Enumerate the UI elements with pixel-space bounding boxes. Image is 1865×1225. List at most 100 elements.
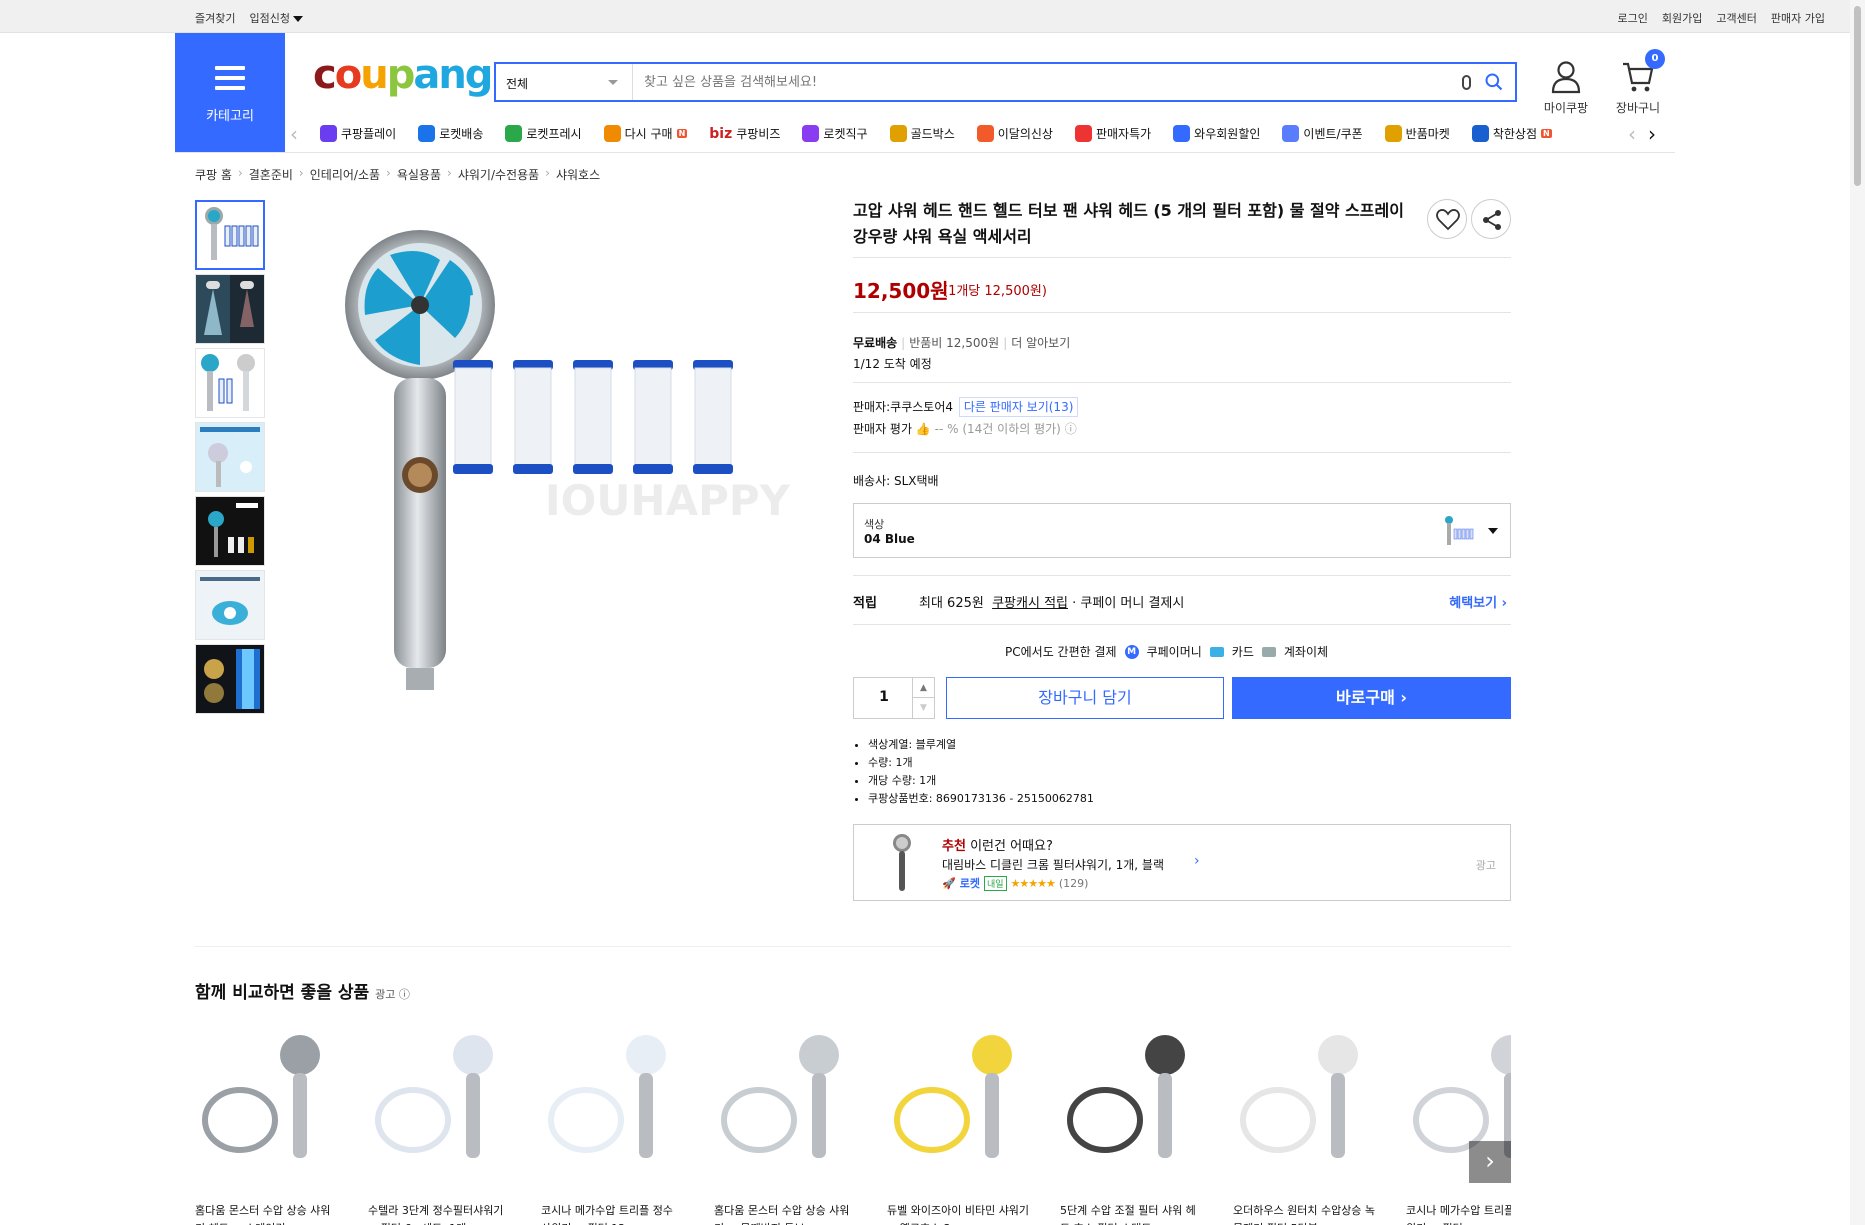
nav-prev-arrow-icon[interactable]: ‹ [1628, 122, 1636, 146]
thumbnail-7[interactable] [195, 644, 265, 714]
compare-product-card[interactable]: 수텔라 3단계 정수필터샤워기 + 필터 6p 세트, 1개 [368, 1025, 518, 1225]
bookmark-link[interactable]: 즐겨찾기 [195, 10, 235, 26]
nav-item[interactable]: 로켓직구 [802, 125, 868, 142]
option-thumbnail [1445, 516, 1474, 545]
breadcrumb-link[interactable]: 샤워기/수전용품 [458, 166, 539, 183]
thumbnail-5[interactable] [195, 496, 265, 566]
nav-item[interactable]: 로켓프레시 [505, 125, 582, 142]
compare-product-card[interactable]: 코시나 메가수압 트리플 정수 샤워기 + 필터 12p... [541, 1025, 691, 1225]
quantity-input[interactable]: 1 [854, 689, 914, 705]
compare-product-card[interactable]: 오더하우스 원터치 수압상승 녹물제거 필터 5단분... [1233, 1025, 1383, 1225]
return-fee: 반품비 12,500원 [909, 336, 1000, 350]
nav-item[interactable]: 착한상점 N [1471, 125, 1552, 142]
breadcrumb-separator-icon: › [298, 166, 304, 180]
thumbnail-2[interactable] [195, 274, 265, 344]
benefit-link[interactable]: 혜택보기 › [1449, 592, 1507, 611]
compare-title: 함께 비교하면 좋을 상품 [195, 983, 370, 1003]
compare-product-card[interactable]: 5단계 수압 조절 필터 샤워 헤드 호스 필터 스탠드 ... [1060, 1025, 1210, 1225]
rating-value: -- % [934, 422, 959, 436]
buy-now-label: 바로구매 [1335, 688, 1395, 707]
review-count: (129) [1058, 876, 1089, 890]
coupang-cash-link[interactable]: 쿠팡캐시 적립 [992, 596, 1068, 611]
main-product-image[interactable]: IOUHAPPY [310, 220, 810, 720]
nav-prev-arrow-icon[interactable]: ‹ [290, 122, 298, 146]
nav-next-arrow-icon[interactable]: › [1648, 122, 1656, 146]
vertical-scrollbar[interactable] [1850, 0, 1865, 1225]
nav-item-label: 골드박스 [910, 127, 955, 141]
add-to-cart-button[interactable]: 장바구니 담기 [946, 677, 1224, 719]
breadcrumb-link[interactable]: 욕실용품 [397, 166, 441, 183]
arrival-date: 1/12 도착 예정 [853, 357, 932, 371]
recommend-tag: 추천 [942, 839, 966, 854]
compare-product-card[interactable]: 코시나 메가수압 트리플 정수샤워기 + 필터... [1406, 1025, 1511, 1225]
breadcrumb-link[interactable]: 결혼준비 [249, 166, 293, 183]
user-icon [1551, 61, 1581, 94]
nav-item-label: 판매자특가 [1095, 127, 1152, 141]
spec-item: 수량: 1개 [868, 754, 1094, 772]
nav-item-label: 반품마켓 [1405, 127, 1450, 141]
seller-signup-link[interactable]: 판매자 가입 [1771, 10, 1825, 26]
global-icon [802, 125, 820, 142]
login-link[interactable]: 로그인 [1618, 10, 1648, 26]
nav-item[interactable]: 다시 구매 N [603, 125, 688, 142]
compare-product-name: 듀벨 와이즈아이 비타민 샤워기 + 옐로호스 2m, ... [887, 1204, 1030, 1225]
thumbnail-6[interactable] [195, 570, 265, 640]
favorite-button[interactable] [1427, 199, 1467, 239]
compare-product-card[interactable]: 홈다움 몬스터 수압 상승 샤워기 헤드 + 스테인리... [195, 1025, 345, 1225]
quantity-increase-button[interactable]: ▲ [912, 678, 934, 698]
cart-button[interactable]: 장바구니 [1608, 60, 1668, 116]
search-icon[interactable] [1484, 72, 1504, 92]
nav-item[interactable]: 골드박스 [889, 125, 955, 142]
nav-item[interactable]: 반품마켓 [1384, 125, 1450, 142]
new-icon [976, 125, 994, 142]
compare-product-card[interactable]: 홈다움 몬스터 수압 상승 샤워기 + 물때방지 튜브... [714, 1025, 864, 1225]
learn-more-link[interactable]: 더 알아보기 [1011, 336, 1070, 350]
biz-icon: biz [709, 125, 733, 142]
thumbnail-1[interactable] [195, 200, 265, 270]
good-store-icon [1471, 125, 1489, 142]
microphone-icon[interactable] [1462, 75, 1471, 90]
mycoupang-button[interactable]: 마이쿠팡 [1536, 60, 1596, 116]
vendor-apply-link[interactable]: 입점신청 [249, 10, 303, 26]
thumbnail-4[interactable] [195, 422, 265, 492]
nav-item[interactable]: 이달의신상 [976, 125, 1053, 142]
search-scope-select[interactable]: 전체 [496, 64, 633, 100]
nav-item[interactable]: 이벤트/쿠폰 [1282, 125, 1363, 142]
compare-product-card[interactable]: 듀벨 와이즈아이 비타민 샤워기 + 옐로호스 2m, ... [887, 1025, 1037, 1225]
nav-item[interactable]: 쿠팡플레이 [320, 125, 396, 142]
info-icon[interactable]: ⓘ [1065, 422, 1077, 436]
chevron-right-icon[interactable]: › [1194, 853, 1200, 869]
nav-item-label: 다시 구매 [624, 127, 673, 141]
color-option-select[interactable]: 색상 04 Blue [853, 503, 1511, 558]
reward-amount: 최대 625원 [919, 596, 984, 611]
breadcrumb-link[interactable]: 쿠팡 홈 [195, 166, 232, 183]
scrollbar-thumb[interactable] [1854, 6, 1861, 186]
coupang-logo[interactable]: coupang [313, 55, 493, 95]
breadcrumb-link[interactable]: 샤워호스 [556, 166, 600, 183]
quantity-decrease-button[interactable]: ▼ [912, 698, 934, 718]
other-sellers-button[interactable]: 다른 판매자 보기(13) [958, 397, 1079, 417]
buy-now-button[interactable]: 바로구매 › [1232, 677, 1511, 719]
info-icon[interactable]: ⓘ [399, 988, 410, 1001]
seller-name-link[interactable]: 쿠쿠스토어4 [890, 400, 953, 414]
nav-item[interactable]: 판매자특가 [1074, 125, 1152, 142]
mycoupang-label: 마이쿠팡 [1543, 101, 1589, 115]
rocket-icon: 🚀 [942, 876, 956, 890]
signup-link[interactable]: 회원가입 [1662, 10, 1702, 26]
recommended-product-name[interactable]: 대림바스 디클린 크롬 필터샤워기, 1개, 블랙 [942, 856, 1164, 873]
recommendation-box[interactable]: 추천 이런건 어때요? 대림바스 디클린 크롬 필터샤워기, 1개, 블랙 › … [853, 824, 1511, 901]
nav-item[interactable]: 로켓배송 [418, 125, 483, 142]
share-button[interactable] [1471, 199, 1511, 239]
thumbnail-3[interactable] [195, 348, 265, 418]
breadcrumb-link[interactable]: 인테리어/소품 [310, 166, 380, 183]
compare-product-image [195, 1025, 340, 1170]
new-badge: N [1541, 129, 1552, 138]
search-input[interactable] [644, 64, 1424, 100]
thumbnail-list [195, 200, 265, 718]
payment-method: 계좌이체 [1283, 645, 1329, 659]
category-button[interactable]: 카테고리 [175, 33, 285, 152]
nav-item[interactable]: biz 쿠팡비즈 [709, 125, 780, 142]
carousel-next-button[interactable]: › [1469, 1141, 1511, 1183]
nav-item[interactable]: 와우회원할인 [1173, 125, 1260, 142]
customer-center-link[interactable]: 고객센터 [1716, 10, 1756, 26]
